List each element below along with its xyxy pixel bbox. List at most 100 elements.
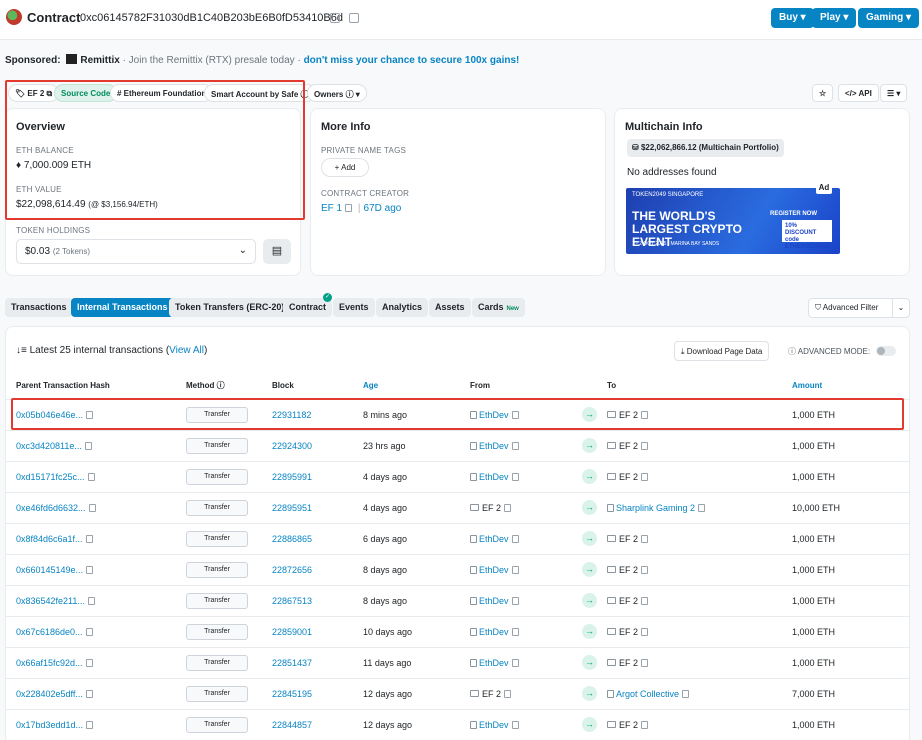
tx-hash-link[interactable]: 0xd15171fc25c...: [16, 472, 85, 482]
copy-icon[interactable]: [504, 689, 512, 698]
tx-hash-link[interactable]: 0x8f84d6c6a1f...: [16, 534, 83, 544]
copy-icon[interactable]: [330, 13, 340, 23]
col-age[interactable]: Age: [363, 372, 470, 400]
copy-icon[interactable]: [641, 534, 649, 543]
copy-icon[interactable]: [88, 503, 96, 512]
creator-link[interactable]: EF 1: [321, 203, 342, 214]
block-link[interactable]: 22844857: [272, 720, 312, 730]
tx-hash-link[interactable]: 0xc3d420811e...: [16, 441, 82, 451]
copy-icon[interactable]: [86, 565, 94, 574]
tab-analytics[interactable]: Analytics: [376, 298, 429, 317]
copy-icon[interactable]: [641, 720, 649, 729]
to-address-link[interactable]: Sharplink Gaming 2: [616, 503, 695, 513]
from-address-link[interactable]: EthDev: [479, 658, 509, 668]
add-tag-button[interactable]: + Add: [321, 158, 369, 177]
from-address-link[interactable]: EthDev: [479, 472, 509, 482]
download-button[interactable]: ⤓ Download Page Data: [674, 341, 770, 361]
contract-icon: [607, 503, 614, 512]
tx-hash-link[interactable]: 0x660145149e...: [16, 565, 83, 575]
token2049-ad-banner[interactable]: TOKEN2049 SINGAPORE THE WORLD'S LARGEST …: [626, 188, 840, 254]
api-button[interactable]: </> API: [838, 84, 879, 102]
copy-icon[interactable]: [511, 658, 519, 667]
copy-icon[interactable]: [85, 658, 93, 667]
tx-hash-link[interactable]: 0x228402e5dff...: [16, 689, 83, 699]
contract-icon: [470, 534, 477, 543]
block-cell: 22844857: [272, 709, 363, 740]
block-link[interactable]: 22859001: [272, 627, 312, 637]
copy-icon[interactable]: [511, 720, 519, 729]
multichain-portfolio-button[interactable]: ⛁ $22,062,866.12 (Multichain Portfolio): [627, 139, 784, 157]
view-all-link[interactable]: View All: [169, 345, 204, 356]
copy-icon[interactable]: [641, 565, 649, 574]
gaming-button[interactable]: Gaming ▾: [858, 8, 920, 28]
from-address-link[interactable]: EthDev: [479, 596, 509, 606]
from-address-link[interactable]: EthDev: [479, 441, 509, 451]
favorite-star-icon[interactable]: ☆: [812, 84, 834, 102]
copy-icon[interactable]: [641, 472, 649, 481]
copy-icon[interactable]: [511, 472, 519, 481]
copy-icon[interactable]: [85, 627, 93, 636]
copy-icon[interactable]: [345, 204, 353, 212]
advanced-filter-button[interactable]: ⛉ Advanced Filter ⌄: [808, 298, 910, 318]
tx-hash-link[interactable]: 0x836542fe211...: [16, 596, 85, 606]
tx-hash-link[interactable]: 0x66af15fc92d...: [16, 658, 83, 668]
from-address-link[interactable]: EthDev: [479, 534, 509, 544]
sponsor-cta-link[interactable]: don't miss your chance to secure 100x ga…: [304, 55, 520, 66]
token-portfolio-icon[interactable]: ▤: [263, 239, 291, 264]
to-address-link[interactable]: Argot Collective: [616, 689, 679, 699]
tx-hash-link[interactable]: 0x67c6186de0...: [16, 627, 83, 637]
block-link[interactable]: 22845195: [272, 689, 312, 699]
copy-icon[interactable]: [504, 503, 512, 512]
copy-icon[interactable]: [85, 689, 93, 698]
chevron-down-icon[interactable]: ⌄: [892, 299, 909, 317]
tx-hash-link[interactable]: 0xe46fd6d6632...: [16, 503, 86, 513]
block-link[interactable]: 22886865: [272, 534, 312, 544]
block-link[interactable]: 22851437: [272, 658, 312, 668]
play-button[interactable]: Play ▾: [812, 8, 857, 28]
block-link[interactable]: 22895951: [272, 503, 312, 513]
tab-cards[interactable]: Cards New: [472, 298, 525, 317]
copy-icon[interactable]: [86, 720, 94, 729]
copy-icon[interactable]: [511, 534, 519, 543]
token-holdings-select[interactable]: $0.03 (2 Tokens) ⌄: [16, 239, 256, 264]
copy-icon[interactable]: [511, 441, 519, 450]
tab-transactions[interactable]: Transactions: [5, 298, 73, 317]
copy-icon[interactable]: [698, 503, 706, 512]
block-link[interactable]: 22924300: [272, 441, 312, 451]
copy-icon[interactable]: [641, 627, 649, 636]
from-address-link[interactable]: EthDev: [479, 720, 509, 730]
copy-icon[interactable]: [87, 596, 95, 605]
age-cell: 12 days ago: [363, 678, 470, 710]
tab-assets[interactable]: Assets: [429, 298, 471, 317]
copy-icon[interactable]: [87, 472, 95, 481]
tab-token-transfers[interactable]: Token Transfers (ERC-20): [169, 298, 291, 317]
copy-icon[interactable]: [84, 441, 92, 450]
copy-icon[interactable]: [511, 627, 519, 636]
copy-icon[interactable]: [641, 441, 649, 450]
qr-code-icon[interactable]: [349, 13, 359, 23]
sponsor-banner: Sponsored: Remittix · Join the Remittix …: [5, 54, 519, 66]
col-amount[interactable]: Amount: [792, 372, 910, 400]
block-link[interactable]: 22895991: [272, 472, 312, 482]
block-link[interactable]: 22872656: [272, 565, 312, 575]
from-address-link[interactable]: EthDev: [479, 627, 509, 637]
method-cell: Transfer: [186, 430, 272, 462]
owners-dropdown[interactable]: Owners ⓘ ▾: [307, 84, 367, 102]
from-address: EF 2: [482, 502, 502, 513]
list-options-icon[interactable]: ☰ ▾: [880, 84, 908, 102]
copy-icon[interactable]: [85, 534, 93, 543]
from-address-link[interactable]: EthDev: [479, 565, 509, 575]
copy-icon[interactable]: [641, 596, 649, 605]
creator-tx-link[interactable]: 67D ago: [364, 203, 402, 214]
block-link[interactable]: 22867513: [272, 596, 312, 606]
tab-events[interactable]: Events: [333, 298, 375, 317]
copy-icon[interactable]: [511, 565, 519, 574]
contract-avatar-icon: [6, 9, 22, 25]
copy-icon[interactable]: [511, 596, 519, 605]
buy-button[interactable]: Buy ▾: [771, 8, 814, 28]
advanced-mode-toggle[interactable]: [876, 346, 896, 356]
copy-icon[interactable]: [641, 658, 649, 667]
tab-internal-transactions[interactable]: Internal Transactions: [71, 298, 174, 317]
copy-icon[interactable]: [682, 689, 690, 698]
tx-hash-link[interactable]: 0x17bd3edd1d...: [16, 720, 83, 730]
